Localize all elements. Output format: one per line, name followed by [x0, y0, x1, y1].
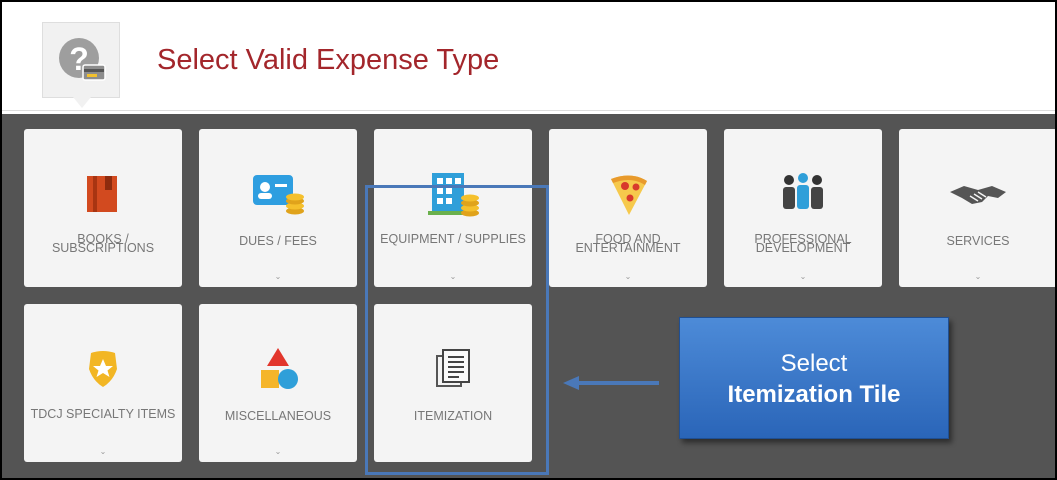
- tile-label: FOOD AND ENTERTAINMENT: [575, 232, 681, 255]
- tile-label: SERVICES: [946, 234, 1010, 248]
- people-icon: [783, 173, 823, 209]
- header: ? Select Valid Expense Type: [2, 2, 1055, 111]
- callout-line1: Select: [780, 350, 848, 377]
- shapes-icon: [261, 348, 298, 389]
- tile-label: ITEMIZATION: [413, 409, 493, 423]
- chevron-down-icon: ⌄: [799, 272, 807, 281]
- tile-tdcj-specialty-items[interactable]: TDCJ SPECIALTY ITEMS ⌄: [24, 304, 182, 462]
- book-icon: [87, 176, 117, 212]
- chevron-down-icon: ⌄: [974, 272, 982, 281]
- tile-label: EQUIPMENT / SUPPLIES: [380, 232, 526, 246]
- tile-equipment-supplies[interactable]: EQUIPMENT / SUPPLIES ⌄: [374, 129, 532, 287]
- chevron-down-icon: ⌄: [274, 447, 282, 456]
- id-card-coins-icon: [253, 175, 304, 215]
- pizza-icon: [611, 175, 647, 215]
- tile-label: BOOKS / SUBSCRIPTIONS: [51, 232, 155, 255]
- tile-label: DUES / FEES: [239, 234, 317, 248]
- help-button[interactable]: ?: [42, 22, 120, 108]
- arrow-left-icon: [563, 376, 659, 390]
- chevron-down-icon: ⌄: [624, 272, 632, 281]
- building-coins-icon: [428, 173, 479, 217]
- chevron-down-icon: ⌄: [99, 447, 107, 456]
- tile-miscellaneous[interactable]: MISCELLANEOUS ⌄: [199, 304, 357, 462]
- instruction-callout: Select Itemization Tile: [679, 317, 949, 439]
- tile-label: PROFESSIONAL DEVELOPMENT: [754, 232, 852, 255]
- tile-label: MISCELLANEOUS: [224, 409, 332, 423]
- screenshot-frame: ? Select Valid Expense Type BOOKS / SUBS…: [0, 0, 1057, 480]
- callout-line2: Itemization Tile: [727, 381, 901, 408]
- help-card-icon: ?: [59, 38, 106, 81]
- badge-icon: [89, 351, 117, 387]
- tile-food-entertainment[interactable]: FOOD AND ENTERTAINMENT ⌄: [549, 129, 707, 287]
- chevron-down-icon: ⌄: [449, 272, 457, 281]
- document-icon: [436, 349, 470, 387]
- tile-services[interactable]: SERVICES ⌄: [899, 129, 1055, 287]
- chevron-down-icon: ⌄: [274, 272, 282, 281]
- handshake-icon: [950, 186, 1006, 204]
- tile-label: TDCJ SPECIALTY ITEMS: [30, 407, 176, 421]
- tile-itemization[interactable]: ITEMIZATION: [374, 304, 532, 462]
- tile-professional-development[interactable]: PROFESSIONAL DEVELOPMENT ⌄: [724, 129, 882, 287]
- tile-dues-fees[interactable]: DUES / FEES ⌄: [199, 129, 357, 287]
- page-title: Select Valid Expense Type: [157, 44, 500, 76]
- tile-books-subscriptions[interactable]: BOOKS / SUBSCRIPTIONS: [24, 129, 182, 287]
